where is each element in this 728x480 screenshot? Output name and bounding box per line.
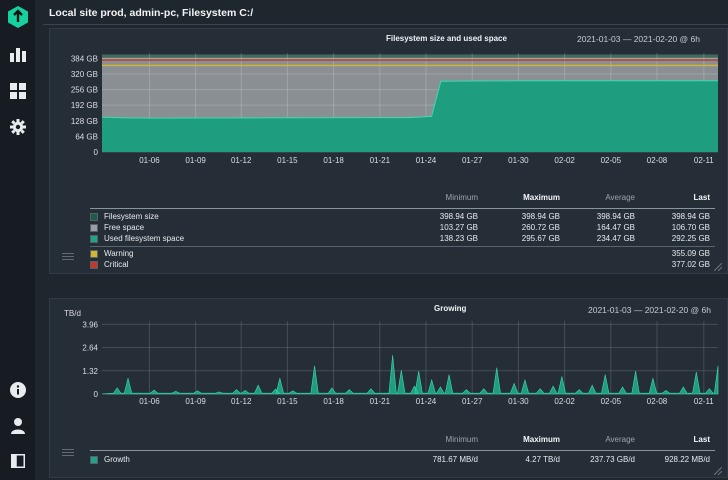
legend-header: Minimum Maximum Average Last <box>90 193 715 204</box>
x-tick-label: 01-24 <box>416 156 437 165</box>
y-tick-label: 0 <box>94 148 99 157</box>
y-tick-label: 1.32 <box>82 367 98 376</box>
x-tick-label: 02-11 <box>694 156 714 165</box>
legend-swatch <box>90 235 98 243</box>
legend-row-filesystem-size: Filesystem size 398.94 GB 398.94 GB 398.… <box>90 212 715 223</box>
legend-divider <box>90 246 715 247</box>
x-tick-label: 01-27 <box>462 397 483 406</box>
legend-row-warning: Warning 355.09 GB <box>90 249 715 260</box>
x-tick-label: 02-08 <box>647 156 668 165</box>
legend-col-last: Last <box>693 193 710 202</box>
legend-col-average: Average <box>605 435 635 444</box>
x-tick-label: 01-18 <box>323 397 344 406</box>
legend-col-maximum: Maximum <box>523 435 560 444</box>
x-tick-label: 01-06 <box>139 397 160 406</box>
x-tick-label: 01-24 <box>416 397 437 406</box>
x-tick-label: 01-21 <box>370 397 391 406</box>
filesystem-graph-dashlet: Filesystem size and used space 2021-01-0… <box>49 28 728 274</box>
legend-header: Minimum Maximum Average Last <box>90 435 715 446</box>
bar-chart-icon[interactable] <box>7 44 28 65</box>
x-tick-label: 02-05 <box>601 397 622 406</box>
filesystem-size-band <box>102 54 718 58</box>
user-icon[interactable] <box>7 415 28 436</box>
x-tick-label: 01-27 <box>462 156 483 165</box>
legend-row-used-space: Used filesystem space 138.23 GB 295.67 G… <box>90 234 715 245</box>
x-tick-label: 02-02 <box>554 397 575 406</box>
info-icon[interactable] <box>7 379 28 400</box>
drag-handle-icon[interactable] <box>62 253 74 261</box>
y-tick-label: 64 GB <box>75 132 98 141</box>
x-tick-label: 01-15 <box>277 397 298 406</box>
y-tick-label: 128 GB <box>71 117 98 126</box>
legend-row-critical: Critical 377.02 GB <box>90 260 715 271</box>
y-tick-label: 256 GB <box>71 86 98 95</box>
x-tick-label: 02-11 <box>694 397 714 406</box>
legend-swatch <box>90 261 98 269</box>
legend-swatch <box>90 213 98 221</box>
x-tick-label: 01-12 <box>231 156 252 165</box>
sidebar <box>0 0 35 480</box>
y-tick-label: 384 GB <box>71 54 98 63</box>
legend-col-last: Last <box>693 435 710 444</box>
legend-col-minimum: Minimum <box>445 193 478 202</box>
y-tick-label: 2.64 <box>82 344 98 353</box>
resize-handle-icon[interactable] <box>714 467 722 475</box>
legend-col-maximum: Maximum <box>523 193 560 202</box>
legend-col-minimum: Minimum <box>445 435 478 444</box>
legend-header-divider <box>90 208 715 209</box>
y-tick-label: 320 GB <box>71 70 98 79</box>
x-tick-label: 01-09 <box>185 156 206 165</box>
x-tick-label: 02-08 <box>647 397 668 406</box>
gear-icon[interactable] <box>7 116 28 137</box>
x-tick-label: 02-02 <box>554 156 575 165</box>
legend-swatch <box>90 456 98 464</box>
x-tick-label: 01-06 <box>139 156 160 165</box>
growth-chart[interactable]: 3.96 2.64 1.32 0 01-06 01-09 01-12 01-15 01-18 01… <box>50 299 728 419</box>
growth-graph-dashlet: Growing 2021-01-03 — 2021-02-20 @ 6h TB/… <box>49 298 728 478</box>
legend-row-free-space: Free space 103.27 GB 260.72 GB 164.47 GB… <box>90 223 715 234</box>
legend-header-divider <box>90 450 715 451</box>
legend-col-average: Average <box>605 193 635 202</box>
x-tick-label: 01-30 <box>508 156 529 165</box>
x-tick-label: 01-12 <box>231 397 252 406</box>
graph-legend: Minimum Maximum Average Last Growth 781.… <box>90 435 715 471</box>
legend-swatch <box>90 224 98 232</box>
header-divider <box>43 24 728 25</box>
page-title: Local site prod, admin-pc, Filesystem C:… <box>49 7 254 19</box>
x-tick-label: 01-30 <box>508 397 529 406</box>
x-tick-label: 01-15 <box>277 156 298 165</box>
grid-icon[interactable] <box>7 80 28 101</box>
graph-legend: Minimum Maximum Average Last Filesystem … <box>90 193 715 271</box>
checkmk-logo-icon[interactable] <box>7 5 28 28</box>
growth-area <box>101 355 719 395</box>
y-tick-label: 192 GB <box>71 101 98 110</box>
sidebar-toggle-icon[interactable] <box>7 450 28 471</box>
x-tick-label: 01-09 <box>185 397 206 406</box>
drag-handle-icon[interactable] <box>62 449 74 457</box>
resize-handle-icon[interactable] <box>714 263 722 271</box>
y-tick-label: 0 <box>94 390 99 399</box>
x-tick-label: 02-05 <box>601 156 622 165</box>
filesystem-chart[interactable]: 384 GB 320 GB 256 GB 192 GB 128 GB 64 GB 0 01-0… <box>50 29 728 189</box>
legend-swatch <box>90 250 98 258</box>
y-tick-label: 3.96 <box>82 320 98 329</box>
x-tick-label: 01-21 <box>370 156 391 165</box>
legend-row-growth: Growth 781.67 MB/d 4.27 TB/d 237.73 GB/d… <box>90 455 715 466</box>
x-tick-label: 01-18 <box>323 156 344 165</box>
